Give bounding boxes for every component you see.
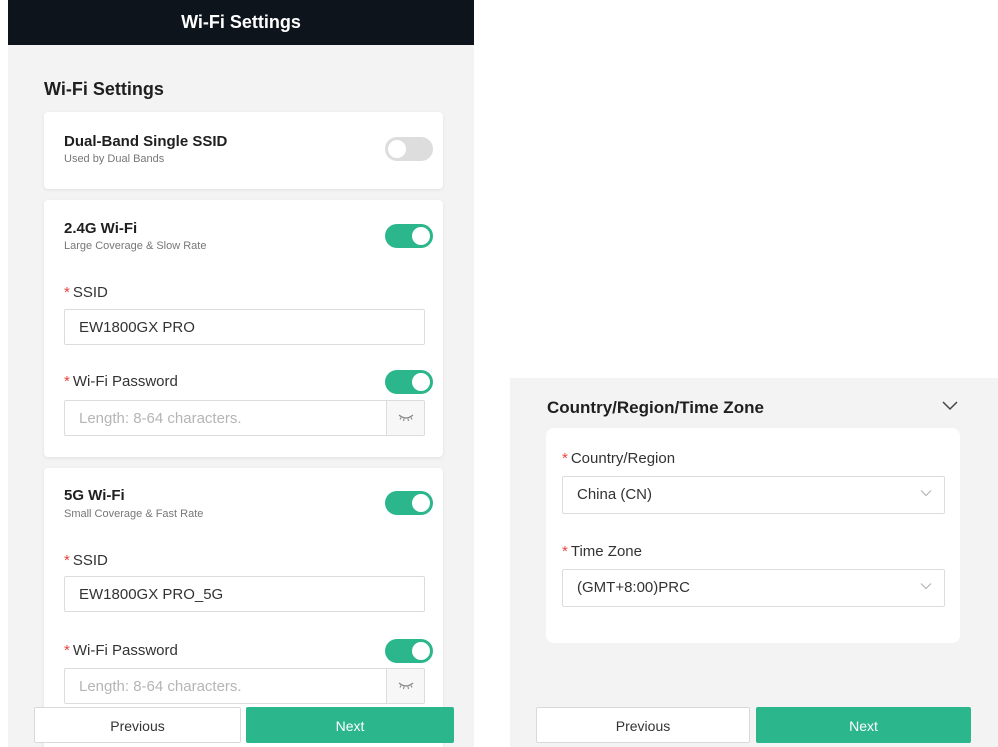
chevron-down-icon <box>920 583 932 590</box>
country-select[interactable]: China (CN) <box>562 476 945 514</box>
password-24g-label-text: Wi-Fi Password <box>72 373 178 390</box>
toggle-knob <box>412 227 430 245</box>
required-marker: * <box>64 552 70 569</box>
eye-closed-icon <box>398 682 413 690</box>
wifi-settings-panel: Wi-Fi Settings Wi-Fi Settings Dual-Band … <box>8 0 474 747</box>
toggle-knob <box>412 642 430 660</box>
wifi-5g-title: 5G Wi-Fi <box>64 487 125 504</box>
required-marker: * <box>64 642 70 659</box>
timezone-select-value: (GMT+8:00)PRC <box>577 579 690 596</box>
password-24g-toggle[interactable] <box>385 370 433 394</box>
country-label-text: Country/Region <box>570 450 676 467</box>
timezone-select[interactable]: (GMT+8:00)PRC <box>562 569 945 607</box>
required-marker: * <box>562 543 568 560</box>
country-timezone-card: * Country/Region China (CN) * Time Zone (G… <box>546 428 960 643</box>
wifi-24g-card: 2.4G Wi-Fi Large Coverage & Slow Rate * S… <box>44 200 443 457</box>
password-5g-visibility-toggle[interactable] <box>386 668 425 704</box>
collapse-section-button[interactable] <box>941 398 959 416</box>
wifi-5g-toggle[interactable] <box>385 491 433 515</box>
required-marker: * <box>64 373 70 390</box>
country-timezone-panel: Country/Region/Time Zone * Country/Region… <box>510 378 998 747</box>
wifi-24g-toggle[interactable] <box>385 224 433 248</box>
wifi-5g-subtitle: Small Coverage & Fast Rate <box>64 508 204 520</box>
toggle-knob <box>412 373 430 391</box>
chevron-down-icon <box>920 490 932 497</box>
password-24g-field <box>64 400 425 436</box>
password-24g-label: * Wi-Fi Password <box>64 373 178 390</box>
previous-button[interactable]: Previous <box>536 707 750 743</box>
dual-band-title: Dual-Band Single SSID <box>64 133 228 150</box>
chevron-down-icon <box>942 401 958 411</box>
password-5g-input[interactable] <box>64 668 387 704</box>
dual-band-toggle[interactable] <box>385 137 433 161</box>
country-select-value: China (CN) <box>577 486 653 503</box>
timezone-label-text: Time Zone <box>570 543 642 560</box>
toggle-knob <box>388 140 406 158</box>
page-header-title: Wi-Fi Settings <box>8 0 474 45</box>
next-button[interactable]: Next <box>756 707 971 743</box>
previous-button[interactable]: Previous <box>34 707 241 743</box>
password-5g-toggle[interactable] <box>385 639 433 663</box>
required-marker: * <box>64 284 70 301</box>
timezone-label: * Time Zone <box>562 543 642 560</box>
required-marker: * <box>562 450 568 467</box>
ssid-5g-label-text: SSID <box>72 552 108 569</box>
ssid-5g-label: * SSID <box>64 552 108 569</box>
password-5g-label: * Wi-Fi Password <box>64 642 178 659</box>
dual-band-card: Dual-Band Single SSID Used by Dual Bands <box>44 112 443 189</box>
password-24g-visibility-toggle[interactable] <box>386 400 425 436</box>
ssid-24g-label: * SSID <box>64 284 108 301</box>
ssid-24g-input[interactable] <box>64 309 425 345</box>
next-button[interactable]: Next <box>246 707 454 743</box>
toggle-knob <box>412 494 430 512</box>
dual-band-subtitle: Used by Dual Bands <box>64 153 165 165</box>
country-label: * Country/Region <box>562 450 675 467</box>
section-title-wifi-settings: Wi-Fi Settings <box>44 79 164 99</box>
ssid-5g-input[interactable] <box>64 576 425 612</box>
wifi-24g-subtitle: Large Coverage & Slow Rate <box>64 240 207 252</box>
eye-closed-icon <box>398 414 413 422</box>
section-title-country-timezone: Country/Region/Time Zone <box>547 398 764 417</box>
wifi-24g-title: 2.4G Wi-Fi <box>64 220 138 237</box>
password-24g-input[interactable] <box>64 400 387 436</box>
password-5g-field <box>64 668 425 704</box>
password-5g-label-text: Wi-Fi Password <box>72 642 178 659</box>
ssid-24g-label-text: SSID <box>72 284 108 301</box>
wifi-5g-card: 5G Wi-Fi Small Coverage & Fast Rate * SSI… <box>44 468 443 747</box>
